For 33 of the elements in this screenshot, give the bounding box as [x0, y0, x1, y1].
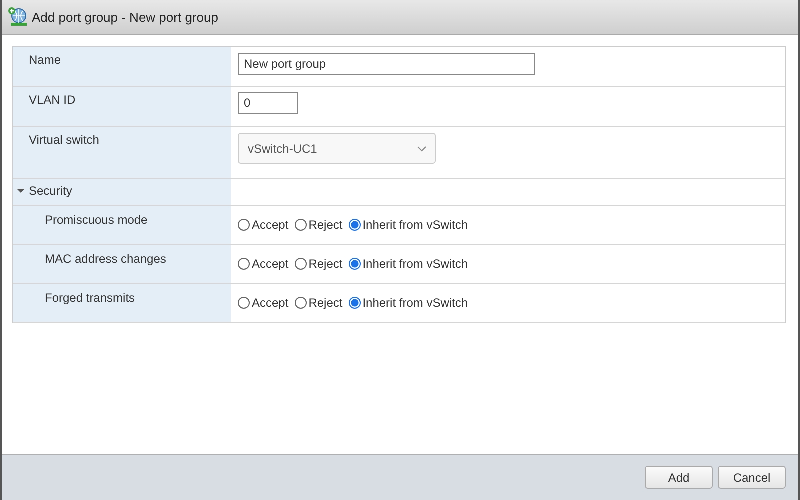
chevron-icon [417, 146, 427, 152]
field-label: Promiscuous mode [45, 213, 148, 227]
field-label: MAC address changes [45, 252, 166, 266]
input-field[interactable]: New port group [238, 53, 535, 75]
input-field[interactable]: 0 [238, 92, 298, 114]
cancel-button[interactable]: Cancel [718, 466, 786, 489]
field-label: Forged transmits [45, 291, 136, 305]
radio-option[interactable]: Inherit from vSwitch [348, 257, 468, 271]
radio-button[interactable] [294, 258, 307, 270]
add-button[interactable]: Add [645, 466, 713, 489]
radio-button[interactable] [238, 297, 250, 309]
radio-option[interactable]: Accept [238, 218, 289, 232]
radio-option[interactable]: Reject [294, 218, 343, 232]
radio-option[interactable]: Reject [294, 296, 343, 310]
radio-button[interactable] [348, 219, 361, 231]
radio-button[interactable] [294, 219, 307, 231]
window-title: Add port group - New port group [32, 10, 218, 24]
field-label: Name [29, 53, 62, 67]
globe-icon [8, 7, 28, 27]
field-label: VLAN ID [29, 93, 76, 107]
radio-option[interactable]: Accept [238, 257, 289, 271]
field-label: Virtual switch [29, 133, 100, 147]
dropdown[interactable]: vSwitch-UC1 [238, 133, 436, 164]
radio-option[interactable]: Inherit from vSwitch [348, 218, 468, 232]
section-toggle[interactable]: Security [17, 184, 72, 198]
radio-button[interactable] [238, 219, 250, 231]
radio-option[interactable]: Reject [294, 257, 343, 271]
radio-option[interactable]: Accept [238, 296, 289, 310]
radio-button[interactable] [238, 258, 250, 270]
radio-button[interactable] [294, 297, 307, 309]
radio-option[interactable]: Inherit from vSwitch [348, 296, 468, 310]
radio-button[interactable] [348, 258, 361, 270]
radio-button[interactable] [348, 297, 361, 309]
